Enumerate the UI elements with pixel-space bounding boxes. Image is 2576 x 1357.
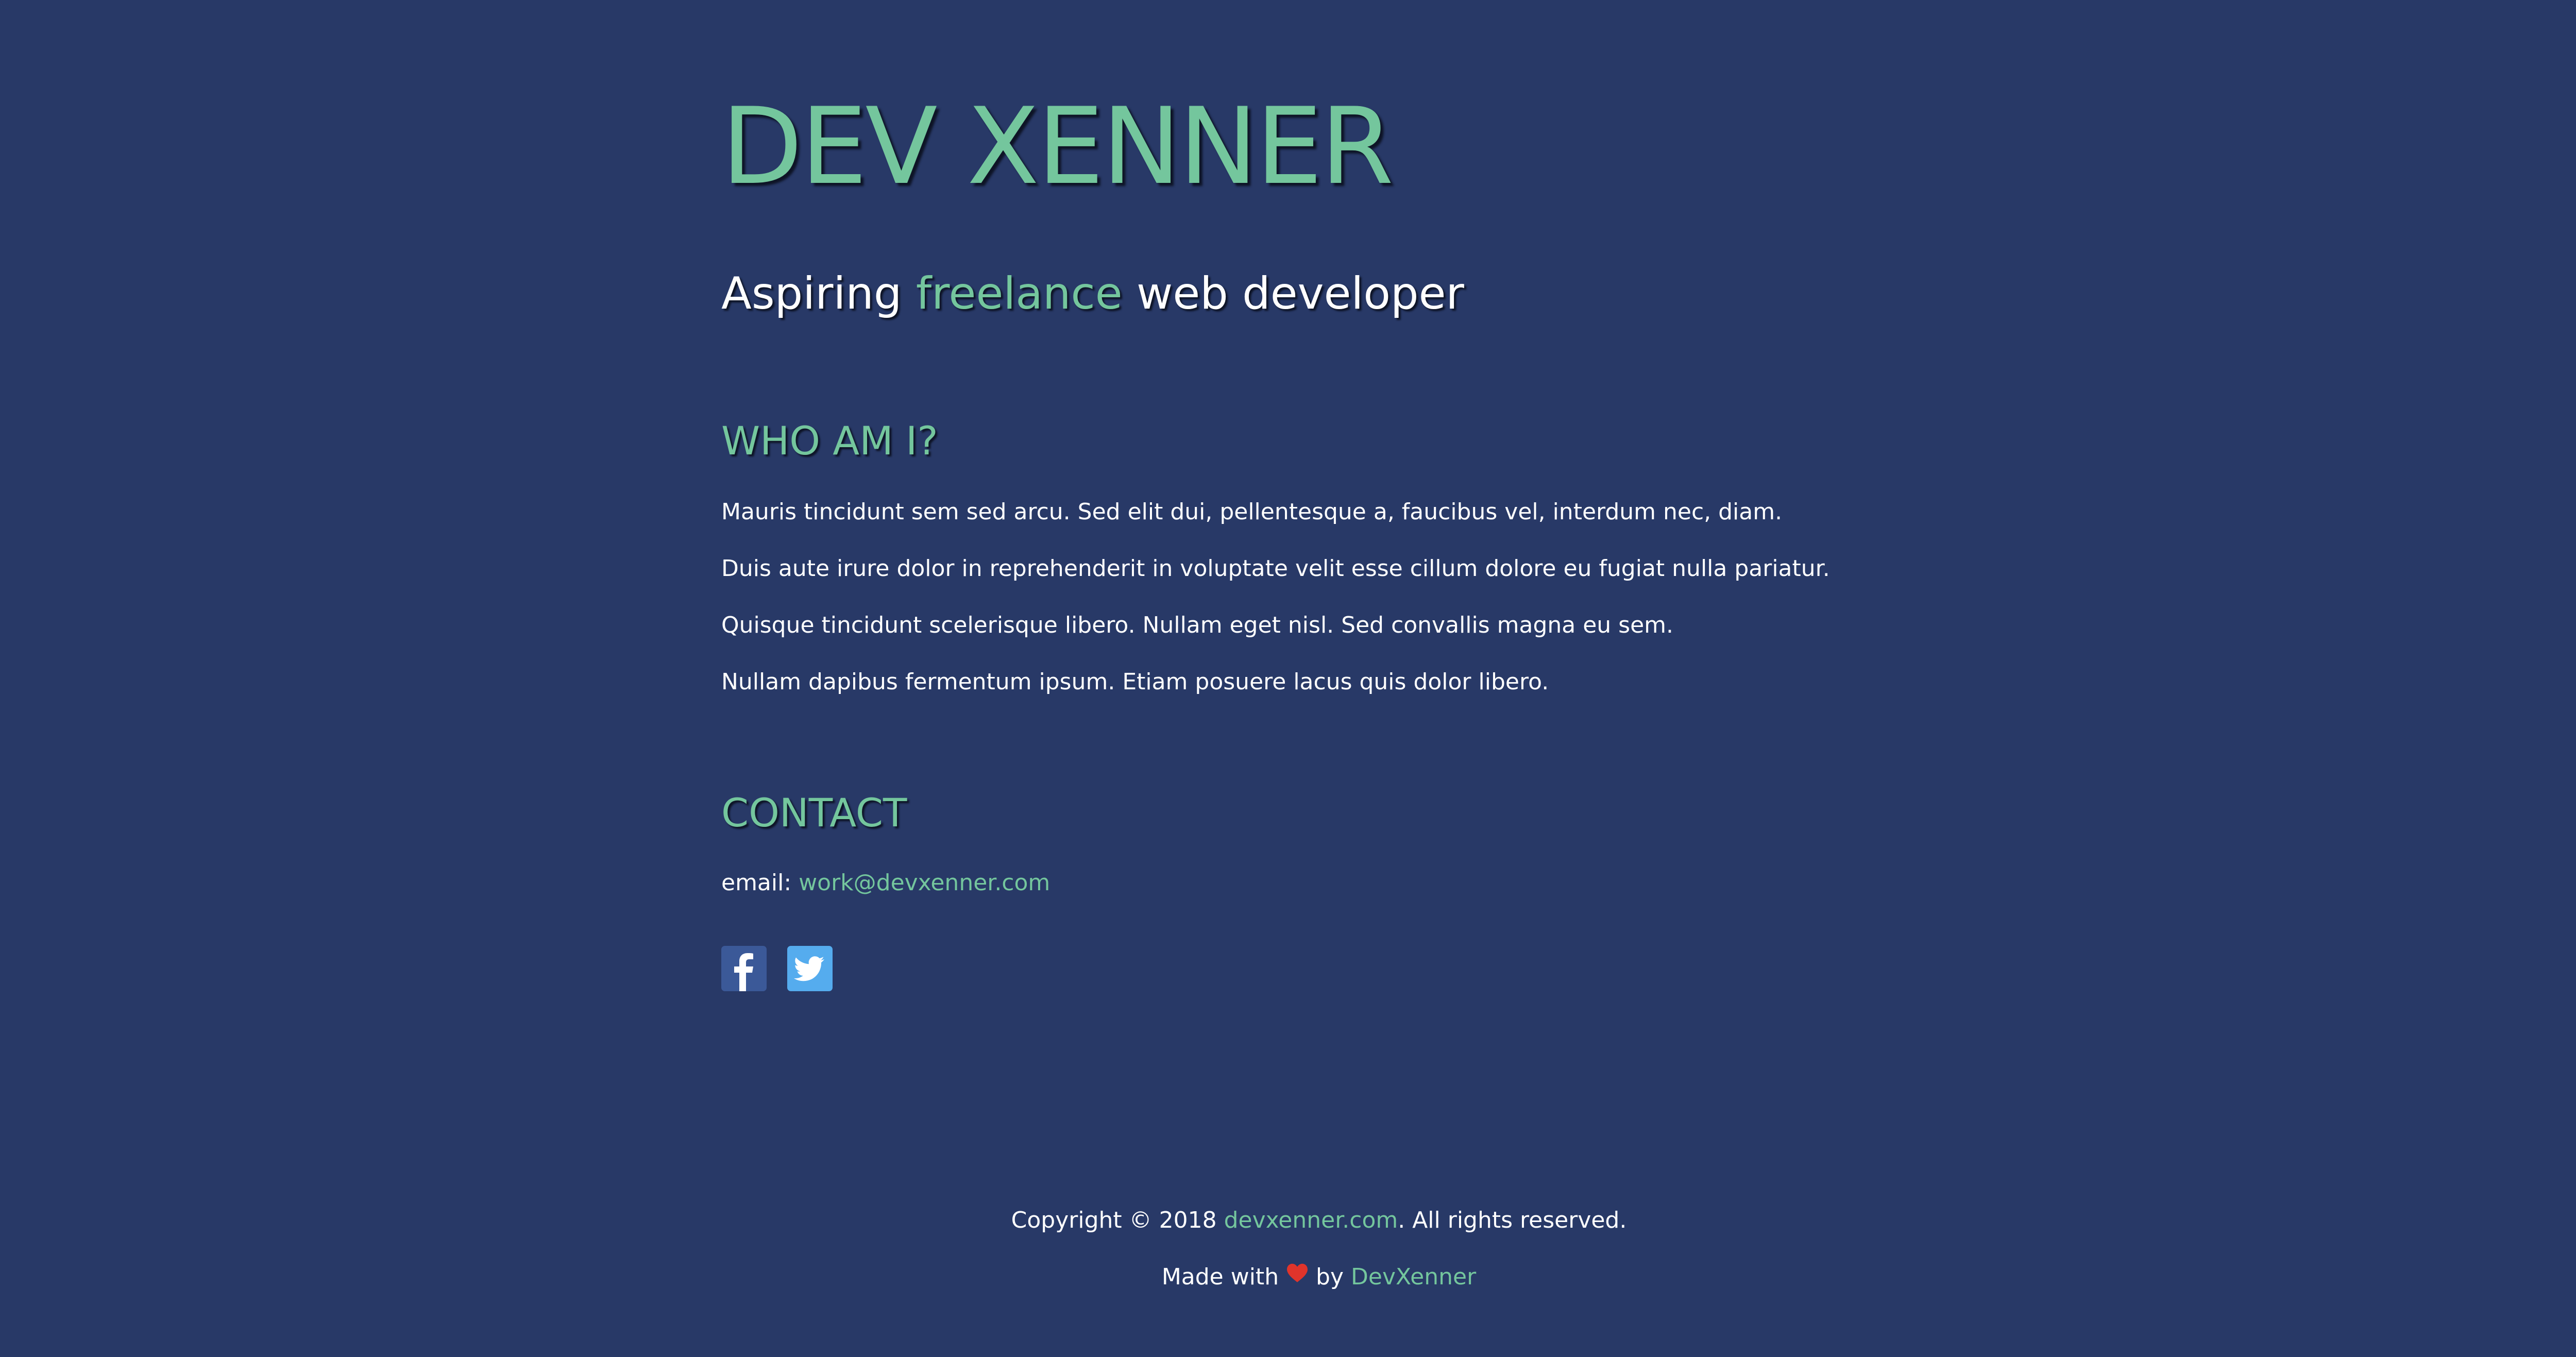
contact-heading: CONTACT bbox=[721, 790, 907, 836]
about-heading: WHO AM I? bbox=[721, 418, 938, 464]
tagline-end: web developer bbox=[1122, 268, 1464, 319]
tagline-start: Aspiring bbox=[721, 268, 916, 319]
about-paragraph: Mauris tincidunt sem sed arcu. Sed elit … bbox=[721, 499, 1783, 525]
footer-copyright: Copyright © 2018 devxenner.com. All righ… bbox=[0, 1202, 2576, 1239]
twitter-icon bbox=[793, 956, 824, 981]
social-links bbox=[721, 946, 833, 991]
author-link[interactable]: DevXenner bbox=[1351, 1264, 1476, 1290]
tagline-accent: freelance bbox=[916, 268, 1123, 319]
facebook-link[interactable] bbox=[721, 946, 767, 991]
footer-site-link[interactable]: devxenner.com bbox=[1224, 1207, 1398, 1233]
about-paragraph: Duis aute irure dolor in reprehenderit i… bbox=[721, 555, 1830, 582]
heart-icon bbox=[1286, 1258, 1309, 1294]
about-paragraph: Nullam dapibus fermentum ipsum. Etiam po… bbox=[721, 669, 1549, 695]
made-with-text: Made with bbox=[1161, 1264, 1286, 1290]
facebook-icon bbox=[734, 953, 753, 991]
email-line: email: work@devxenner.com bbox=[721, 865, 1050, 901]
tagline: Aspiring freelance web developer bbox=[721, 263, 1464, 325]
email-label: email: bbox=[721, 870, 799, 896]
twitter-link[interactable] bbox=[787, 946, 833, 991]
made-by-text: by bbox=[1309, 1264, 1351, 1290]
about-paragraph: Quisque tincidunt scelerisque libero. Nu… bbox=[721, 612, 1674, 638]
copyright-suffix: . All rights reserved. bbox=[1398, 1207, 1627, 1233]
email-link[interactable]: work@devxenner.com bbox=[799, 870, 1050, 896]
site-title: DEV XENNER bbox=[721, 86, 1394, 208]
copyright-text: Copyright © 2018 bbox=[1011, 1207, 1224, 1233]
footer-made-with: Made with by DevXenner bbox=[0, 1259, 2576, 1296]
